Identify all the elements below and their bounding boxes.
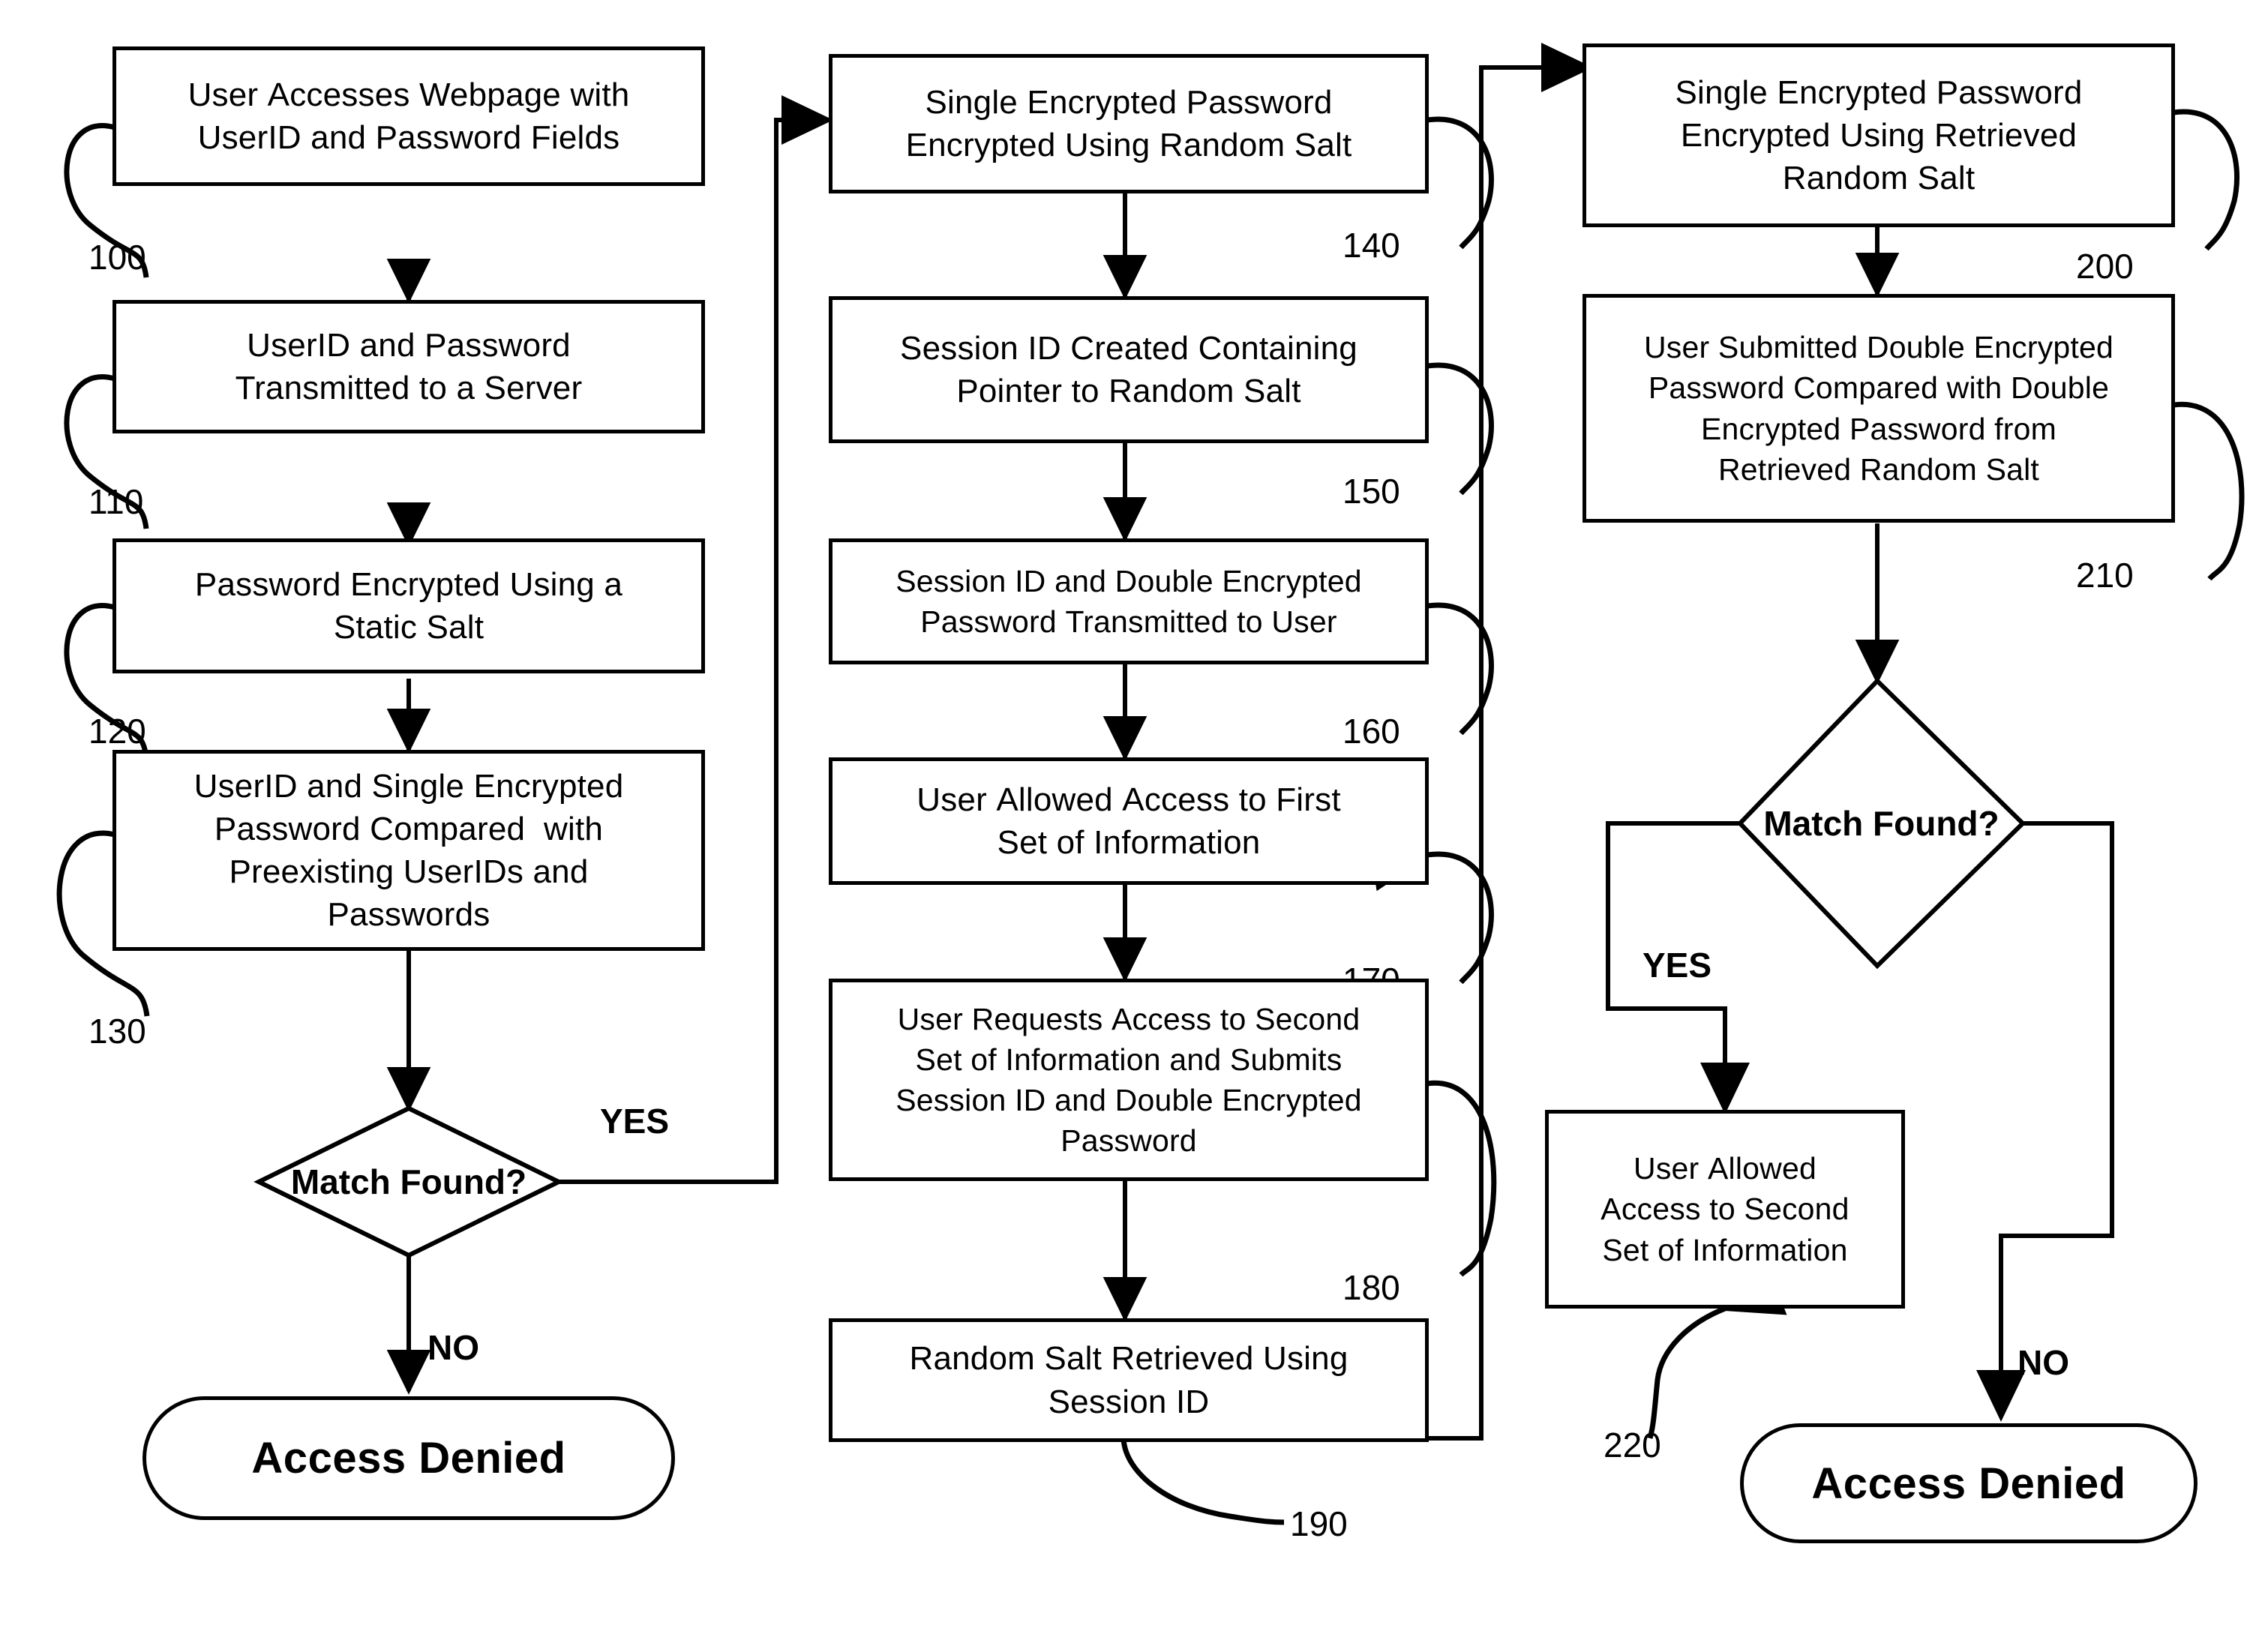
process-box-150-text: Session ID Created Containing Pointer to …: [900, 329, 1358, 409]
process-box-220: User Allowed Access to Second Set of Infor…: [1545, 1110, 1905, 1309]
ref-numeral-100: 100: [88, 238, 146, 277]
ref-numeral-210: 210: [2076, 556, 2134, 595]
process-box-130: UserID and Single Encrypted Password Comp…: [112, 750, 705, 951]
leader-220: [1647, 1261, 1787, 1439]
process-box-120-text: Password Encrypted Using a Static Salt: [194, 565, 623, 646]
process-box-170: User Allowed Access to First Set of Infor…: [829, 757, 1429, 885]
ref-numeral-150: 150: [1342, 472, 1400, 511]
ref-numeral-130: 130: [88, 1012, 146, 1051]
process-box-100: User Accesses Webpage with UserID and Pas…: [112, 46, 705, 186]
decision-right-label: Match Found?: [1763, 804, 2000, 843]
ref-numeral-120: 120: [88, 712, 146, 751]
process-box-130-text: UserID and Single Encrypted Password Comp…: [194, 767, 624, 934]
process-box-110-text: UserID and Password Transmitted to a Serv…: [235, 326, 583, 406]
process-box-180: User Requests Access to Second Set of Inf…: [829, 979, 1429, 1181]
edge-label-yes-right: YES: [1642, 946, 1712, 985]
edge-label-no-left: NO: [428, 1328, 479, 1367]
ref-numeral-140: 140: [1342, 226, 1400, 265]
process-box-110: UserID and Password Transmitted to a Serv…: [112, 300, 705, 433]
terminator-left-label: Access Denied: [251, 1434, 566, 1483]
terminator-access-denied-right: Access Denied: [1740, 1423, 2198, 1543]
process-box-190-text: Random Salt Retrieved Using Session ID: [909, 1340, 1348, 1420]
process-box-160: Session ID and Double Encrypted Password …: [829, 538, 1429, 664]
edge-label-no-right: NO: [2018, 1343, 2069, 1382]
process-box-100-text: User Accesses Webpage with UserID and Pas…: [188, 76, 630, 156]
process-box-180-text: User Requests Access to Second Set of Inf…: [896, 1001, 1362, 1159]
process-box-170-text: User Allowed Access to First Set of Infor…: [916, 781, 1341, 861]
process-box-200: Single Encrypted Password Encrypted Using…: [1582, 43, 2175, 227]
ref-numeral-220: 220: [1604, 1426, 1661, 1465]
leader-200: [2114, 91, 2240, 251]
ref-numeral-200: 200: [2076, 247, 2134, 286]
edge-label-yes-left: YES: [600, 1102, 670, 1141]
ref-numeral-110: 110: [88, 482, 144, 521]
ref-numeral-180: 180: [1342, 1268, 1400, 1307]
terminator-access-denied-left: Access Denied: [142, 1396, 675, 1520]
ref-numeral-190: 190: [1290, 1504, 1348, 1543]
decision-left-label: Match Found?: [290, 1162, 527, 1201]
process-box-220-text: User Allowed Access to Second Set of Infor…: [1600, 1151, 1850, 1267]
terminator-right-label: Access Denied: [1811, 1459, 2126, 1508]
process-box-160-text: Session ID and Double Encrypted Password …: [896, 563, 1362, 639]
decision-match-found-left: Match Found?: [259, 1108, 559, 1255]
process-box-150: Session ID Created Containing Pointer to …: [829, 296, 1429, 443]
decision-match-found-right: Match Found?: [1740, 681, 2023, 966]
process-box-140-text: Single Encrypted Password Encrypted Using…: [905, 83, 1352, 163]
process-box-140: Single Encrypted Password Encrypted Using…: [829, 54, 1429, 193]
process-box-200-text: Single Encrypted Password Encrypted Using…: [1675, 73, 2083, 197]
process-box-210-text: User Submitted Double Encrypted Password …: [1643, 330, 2114, 487]
process-box-190: Random Salt Retrieved Using Session ID: [829, 1318, 1429, 1442]
process-box-210: User Submitted Double Encrypted Password …: [1582, 294, 2175, 523]
process-box-120: Password Encrypted Using a Static Salt: [112, 538, 705, 673]
leader-180: [1369, 1062, 1497, 1277]
flowchart-canvas: User Accesses Webpage with UserID and Pas…: [0, 0, 2262, 1652]
leader-190: [1092, 1381, 1285, 1525]
leader-210: [2115, 383, 2245, 581]
ref-numeral-160: 160: [1342, 712, 1400, 751]
